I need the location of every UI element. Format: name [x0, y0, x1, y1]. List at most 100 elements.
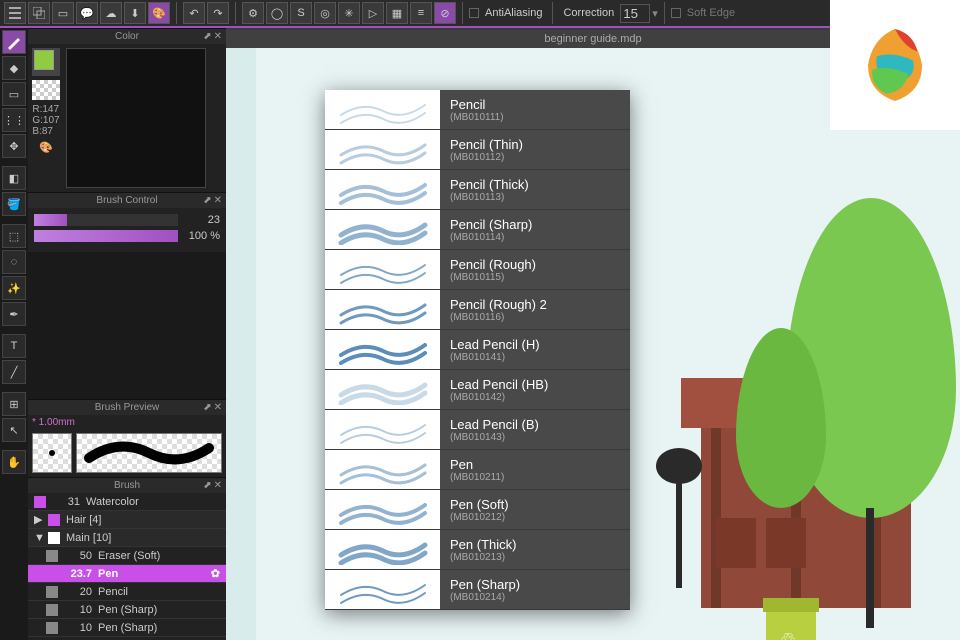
brush-item[interactable]: 50Eraser (Soft) — [28, 547, 226, 565]
close-icon[interactable]: ✕ — [214, 195, 222, 206]
download-icon[interactable]: ⬇ — [124, 2, 146, 24]
brush-picker-popup: Pencil(MB010111) Pencil (Thin)(MB010112)… — [325, 90, 630, 610]
popout-icon[interactable]: ⬈ — [203, 31, 211, 42]
bucket-tool[interactable]: 🪣 — [2, 192, 26, 216]
undo-icon[interactable]: ↶ — [183, 2, 205, 24]
text-tool[interactable]: T — [2, 334, 26, 358]
dots-tool[interactable]: ⋮⋮ — [2, 108, 26, 132]
palette-icon[interactable]: 🎨 — [39, 141, 53, 154]
lasso-tool[interactable]: ◌ — [2, 250, 26, 274]
brush-tool[interactable] — [2, 30, 26, 54]
hand-tool[interactable]: ✋ — [2, 450, 26, 474]
rect-tool[interactable]: ▭ — [2, 82, 26, 106]
aa-checkbox[interactable] — [469, 8, 479, 18]
target-icon[interactable]: ◎ — [314, 2, 336, 24]
separator — [664, 2, 665, 24]
redo-icon[interactable]: ↷ — [207, 2, 229, 24]
color-panel: R:147 G:107 B:87 🎨 — [28, 44, 226, 192]
brush-code: (MB010115) — [450, 272, 620, 283]
brush-item[interactable]: 10Pen (Sharp) — [28, 601, 226, 619]
softedge-checkbox[interactable] — [671, 8, 681, 18]
brush-picker-item[interactable]: Pencil (Rough) 2(MB010116) — [325, 290, 630, 330]
close-icon[interactable]: ✕ — [214, 402, 222, 413]
correction-input[interactable] — [620, 4, 650, 23]
brush-picker-item[interactable]: Pencil (Rough)(MB010115) — [325, 250, 630, 290]
line-tool[interactable]: ╱ — [2, 360, 26, 384]
dropdown-icon[interactable]: ▾ — [652, 7, 658, 20]
divide-tool[interactable]: ⊞ — [2, 392, 26, 416]
menu-icon[interactable] — [4, 2, 26, 24]
opacity-value: 100 % — [184, 230, 220, 242]
brush-name: Pen — [450, 457, 620, 472]
brush-code: (MB010213) — [450, 552, 620, 563]
brush-picker-item[interactable]: Pencil (Thin)(MB010112) — [325, 130, 630, 170]
brush-picker-item[interactable]: Lead Pencil (H)(MB010141) — [325, 330, 630, 370]
popout-icon[interactable]: ⬈ — [203, 480, 211, 491]
object-tool[interactable]: ↖ — [2, 418, 26, 442]
size-value: 23 — [184, 214, 220, 226]
brush-group[interactable]: ▼Main [10] — [28, 529, 226, 547]
brush-picker-item[interactable]: Lead Pencil (HB)(MB010142) — [325, 370, 630, 410]
lines-icon[interactable]: ≡ — [410, 2, 432, 24]
close-icon[interactable]: ✕ — [214, 480, 222, 491]
brush-thumb — [325, 370, 440, 409]
brush-picker-item[interactable]: Pencil(MB010111) — [325, 90, 630, 130]
gradient-tool[interactable]: ◧ — [2, 166, 26, 190]
brush-preview-header: Brush Preview ⬈✕ — [28, 399, 226, 415]
brush-code: (MB010116) — [450, 312, 620, 323]
tool-palette: ◆ ▭ ⋮⋮ ✥ ◧ 🪣 ⬚ ◌ ✨ ✒ T ╱ ⊞ ↖ ✋ — [0, 28, 28, 640]
brush-item[interactable]: 10Pen (Sharp) — [28, 619, 226, 637]
note-icon[interactable]: ▭ — [52, 2, 74, 24]
brush-group[interactable]: ▶Hair [4] — [28, 511, 226, 529]
select-rect-tool[interactable]: ⬚ — [2, 224, 26, 248]
brush-name: Pencil (Rough) 2 — [450, 297, 620, 312]
palette-icon[interactable]: 🎨 — [148, 2, 170, 24]
close-icon[interactable]: ✕ — [214, 31, 222, 42]
cloud-icon[interactable]: ☁ — [100, 2, 122, 24]
no-snap-icon[interactable]: ⊘ — [434, 2, 456, 24]
color-swatch[interactable] — [32, 48, 60, 76]
brush-code: (MB010142) — [450, 392, 620, 403]
brush-picker-item[interactable]: Lead Pencil (B)(MB010143) — [325, 410, 630, 450]
chat-icon[interactable]: 💬 — [76, 2, 98, 24]
brush-item[interactable]: 23.7Pen✿ — [28, 565, 226, 583]
select-pen-tool[interactable]: ✒ — [2, 302, 26, 326]
brush-name: Pen (Soft) — [450, 497, 620, 512]
burst-icon[interactable]: ✳ — [338, 2, 360, 24]
separator — [552, 2, 553, 24]
brush-picker-item[interactable]: Pen (Thick)(MB010213) — [325, 530, 630, 570]
separator — [176, 2, 177, 24]
brush-picker-item[interactable]: Pen(MB010211) — [325, 450, 630, 490]
shape-tool[interactable]: ◆ — [2, 56, 26, 80]
brush-code: (MB010211) — [450, 472, 620, 483]
layers-icon[interactable] — [28, 2, 50, 24]
brush-item[interactable]: 31Watercolor — [28, 493, 226, 511]
brush-item[interactable]: 20Pencil — [28, 583, 226, 601]
brush-thumb — [325, 130, 440, 169]
gear-icon[interactable]: ⚙ — [242, 2, 264, 24]
size-slider[interactable] — [34, 214, 178, 226]
brush-code: (MB010141) — [450, 352, 620, 363]
brush-code: (MB010212) — [450, 512, 620, 523]
brush-picker-item[interactable]: Pen (Soft)(MB010212) — [325, 490, 630, 530]
grid-icon[interactable]: ▦ — [386, 2, 408, 24]
curve-s-icon[interactable]: S — [290, 2, 312, 24]
color-picker-area[interactable] — [66, 48, 206, 188]
brush-name: Lead Pencil (HB) — [450, 377, 620, 392]
brush-picker-item[interactable]: Pencil (Sharp)(MB010114) — [325, 210, 630, 250]
forward-icon[interactable]: ▷ — [362, 2, 384, 24]
transparency-swatch[interactable] — [32, 80, 60, 100]
brush-name: Pencil (Rough) — [450, 257, 620, 272]
opacity-slider[interactable] — [34, 230, 178, 242]
rotate-icon[interactable]: ◯ — [266, 2, 288, 24]
move-tool[interactable]: ✥ — [2, 134, 26, 158]
popout-icon[interactable]: ⬈ — [203, 195, 211, 206]
top-toolbar: ▭ 💬 ☁ ⬇ 🎨 ↶ ↷ ⚙ ◯ S ◎ ✳ ▷ ▦ ≡ ⊘ AntiAlia… — [0, 0, 960, 28]
gear-icon: ✿ — [211, 567, 220, 580]
brush-picker-item[interactable]: Pen (Sharp)(MB010214) — [325, 570, 630, 610]
brush-code: (MB010114) — [450, 232, 620, 243]
popout-icon[interactable]: ⬈ — [203, 402, 211, 413]
wand-tool[interactable]: ✨ — [2, 276, 26, 300]
brush-picker-item[interactable]: Pencil (Thick)(MB010113) — [325, 170, 630, 210]
brush-thumb — [325, 290, 440, 329]
